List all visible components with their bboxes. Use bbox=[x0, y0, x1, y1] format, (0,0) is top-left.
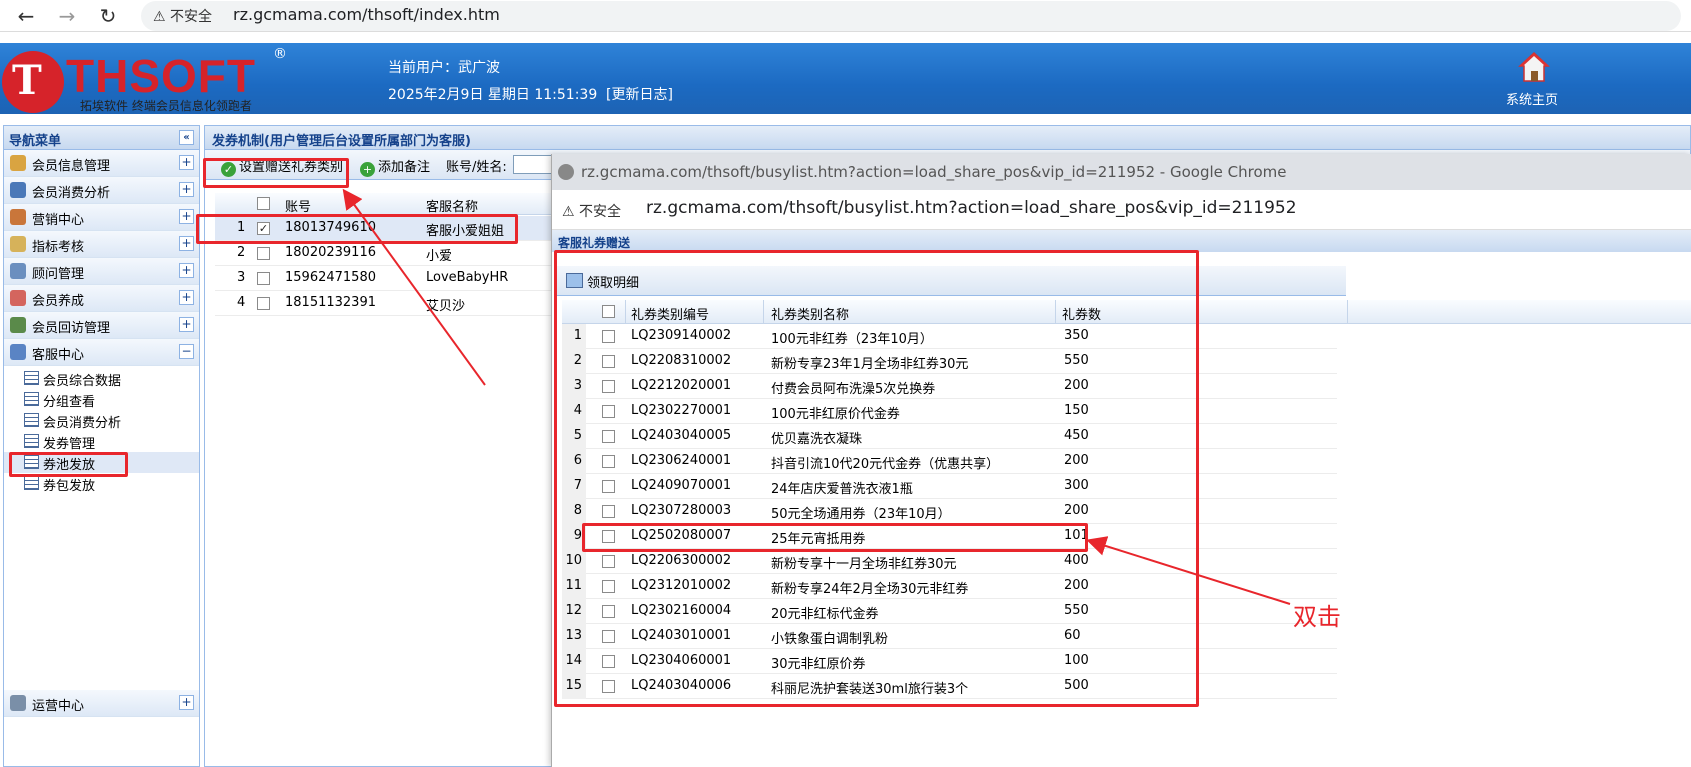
name-cell: 艾贝沙 bbox=[426, 299, 466, 314]
name-cell: 小爱 bbox=[426, 249, 453, 264]
insecure-badge[interactable]: ⚠ 不安全 bbox=[153, 6, 212, 26]
menu-icon bbox=[10, 209, 26, 225]
nav-sidebar: 导航菜单 « 会员信息管理 + 会员消费分析 + 营销中心 + 指标考核 + 顾问管理 + 会员养成… bbox=[3, 125, 200, 767]
list-icon bbox=[24, 392, 39, 406]
sidebar-item-4[interactable]: 顾问管理 + bbox=[4, 258, 199, 285]
highlight-selected-row bbox=[196, 214, 518, 244]
datetime: 2025年2月9日 星期日 11:51:39 bbox=[388, 87, 598, 103]
browser-toolbar: ← → ↻ ⚠ 不安全 rz.gcmama.com/thsoft/index.h… bbox=[0, 0, 1691, 32]
back-icon[interactable]: ← bbox=[14, 4, 38, 28]
row-checkbox[interactable] bbox=[257, 297, 270, 310]
list-icon bbox=[24, 434, 39, 448]
column-account[interactable]: 账号 bbox=[285, 196, 311, 215]
row-checkbox[interactable] bbox=[257, 247, 270, 260]
sidebar-item-0[interactable]: 会员信息管理 + bbox=[4, 150, 199, 177]
sidebar-subitem-0[interactable]: 会员综合数据 bbox=[4, 368, 199, 389]
plus-circle-icon: + bbox=[360, 162, 375, 177]
table-row[interactable]: 4 18151132391 艾贝沙 bbox=[215, 291, 555, 316]
toggle-icon[interactable]: + bbox=[179, 290, 194, 305]
expand-icon[interactable]: + bbox=[179, 695, 194, 710]
address-bar[interactable]: ⚠ 不安全 rz.gcmama.com/thsoft/index.htm bbox=[141, 1, 1681, 31]
sidebar-item-2[interactable]: 营销中心 + bbox=[4, 204, 199, 231]
list-icon bbox=[24, 476, 39, 490]
sidebar-item-operations[interactable]: 运营中心 + bbox=[4, 690, 199, 717]
menu-icon bbox=[10, 317, 26, 333]
name-cell: LoveBabyHR bbox=[426, 270, 509, 285]
sidebar-subitem-2[interactable]: 会员消费分析 bbox=[4, 410, 199, 431]
sidebar-item-5[interactable]: 会员养成 + bbox=[4, 285, 199, 312]
home-icon[interactable] bbox=[1518, 51, 1550, 83]
select-all-checkbox[interactable] bbox=[257, 197, 270, 210]
table-row[interactable]: 2 18020239116 小爱 bbox=[215, 241, 555, 266]
address-url[interactable]: rz.gcmama.com/thsoft/index.htm bbox=[233, 5, 500, 24]
registered-mark: ® bbox=[273, 46, 287, 62]
operations-icon bbox=[10, 695, 26, 711]
panel-title: 发券机制(用户管理后台设置所属部门为客服) bbox=[205, 126, 1690, 150]
row-number: 3 bbox=[237, 270, 246, 285]
sidebar-subitem-3[interactable]: 发券管理 bbox=[4, 431, 199, 452]
popup-titlebar: rz.gcmama.com/thsoft/busylist.htm?action… bbox=[552, 154, 1691, 190]
menu-icon bbox=[10, 344, 26, 360]
row-number: 2 bbox=[237, 245, 246, 260]
toggle-icon[interactable]: + bbox=[179, 209, 194, 224]
toggle-icon[interactable]: + bbox=[179, 182, 194, 197]
menu-icon bbox=[10, 182, 26, 198]
toggle-icon[interactable]: − bbox=[179, 344, 194, 359]
grid-header: 账号 客服名称 bbox=[215, 193, 555, 215]
highlight-popup-grid bbox=[554, 250, 1199, 707]
globe-icon bbox=[558, 164, 574, 180]
account-cell: 18020239116 bbox=[285, 245, 376, 260]
sidebar-item-7[interactable]: 客服中心 − bbox=[4, 339, 199, 366]
sidebar-item-1[interactable]: 会员消费分析 + bbox=[4, 177, 199, 204]
menu-icon bbox=[10, 236, 26, 252]
collapse-sidebar-button[interactable]: « bbox=[179, 130, 194, 145]
double-click-annotation: 双击 bbox=[1293, 603, 1341, 631]
forward-icon[interactable]: → bbox=[55, 4, 79, 28]
toggle-icon[interactable]: + bbox=[179, 155, 194, 170]
list-icon bbox=[24, 371, 39, 385]
toggle-icon[interactable]: + bbox=[179, 317, 194, 332]
sidebar-subitem-1[interactable]: 分组查看 bbox=[4, 389, 199, 410]
logo-text: THSOFT bbox=[66, 50, 256, 102]
toggle-icon[interactable]: + bbox=[179, 263, 194, 278]
menu-icon bbox=[10, 155, 26, 171]
popup-address-bar: ⚠ 不安全 rz.gcmama.com/thsoft/busylist.htm?… bbox=[552, 190, 1691, 230]
row-number: 4 bbox=[237, 295, 246, 310]
sidebar-title: 导航菜单 « bbox=[4, 126, 199, 150]
insecure-badge[interactable]: ⚠ 不安全 bbox=[562, 201, 621, 221]
add-note-button[interactable]: + 添加备注 bbox=[360, 156, 430, 177]
logo-mark: T bbox=[2, 51, 64, 113]
table-row[interactable]: 3 15962471580 LoveBabyHR bbox=[215, 266, 555, 291]
list-icon bbox=[24, 413, 39, 427]
app-header: T THSOFT ® 拓埃软件 终端会员信息化领跑者 当前用户：武广波 2025… bbox=[0, 43, 1691, 114]
sidebar-item-3[interactable]: 指标考核 + bbox=[4, 231, 199, 258]
account-cell: 18151132391 bbox=[285, 295, 376, 310]
search-input[interactable] bbox=[513, 155, 553, 174]
sidebar-item-6[interactable]: 会员回访管理 + bbox=[4, 312, 199, 339]
search-label: 账号/姓名: bbox=[446, 160, 507, 175]
reload-icon[interactable]: ↻ bbox=[96, 4, 120, 28]
highlight-set-button bbox=[203, 158, 349, 188]
changelog-link[interactable]: [更新日志] bbox=[606, 84, 673, 104]
popup-panel-title: 客服礼券赠送 bbox=[552, 230, 1691, 252]
highlight-coupon-pool bbox=[9, 452, 128, 477]
popup-url[interactable]: rz.gcmama.com/thsoft/busylist.htm?action… bbox=[646, 198, 1297, 218]
column-service-name[interactable]: 客服名称 bbox=[426, 196, 478, 215]
toggle-icon[interactable]: + bbox=[179, 236, 194, 251]
row-checkbox[interactable] bbox=[257, 272, 270, 285]
home-label[interactable]: 系统主页 bbox=[1506, 89, 1558, 108]
highlight-row-9 bbox=[582, 523, 1088, 552]
account-cell: 15962471580 bbox=[285, 270, 376, 285]
menu-icon bbox=[10, 263, 26, 279]
menu-icon bbox=[10, 290, 26, 306]
current-user: 当前用户：武广波 bbox=[388, 60, 500, 76]
logo-slogan: 拓埃软件 终端会员信息化领跑者 bbox=[80, 99, 252, 113]
